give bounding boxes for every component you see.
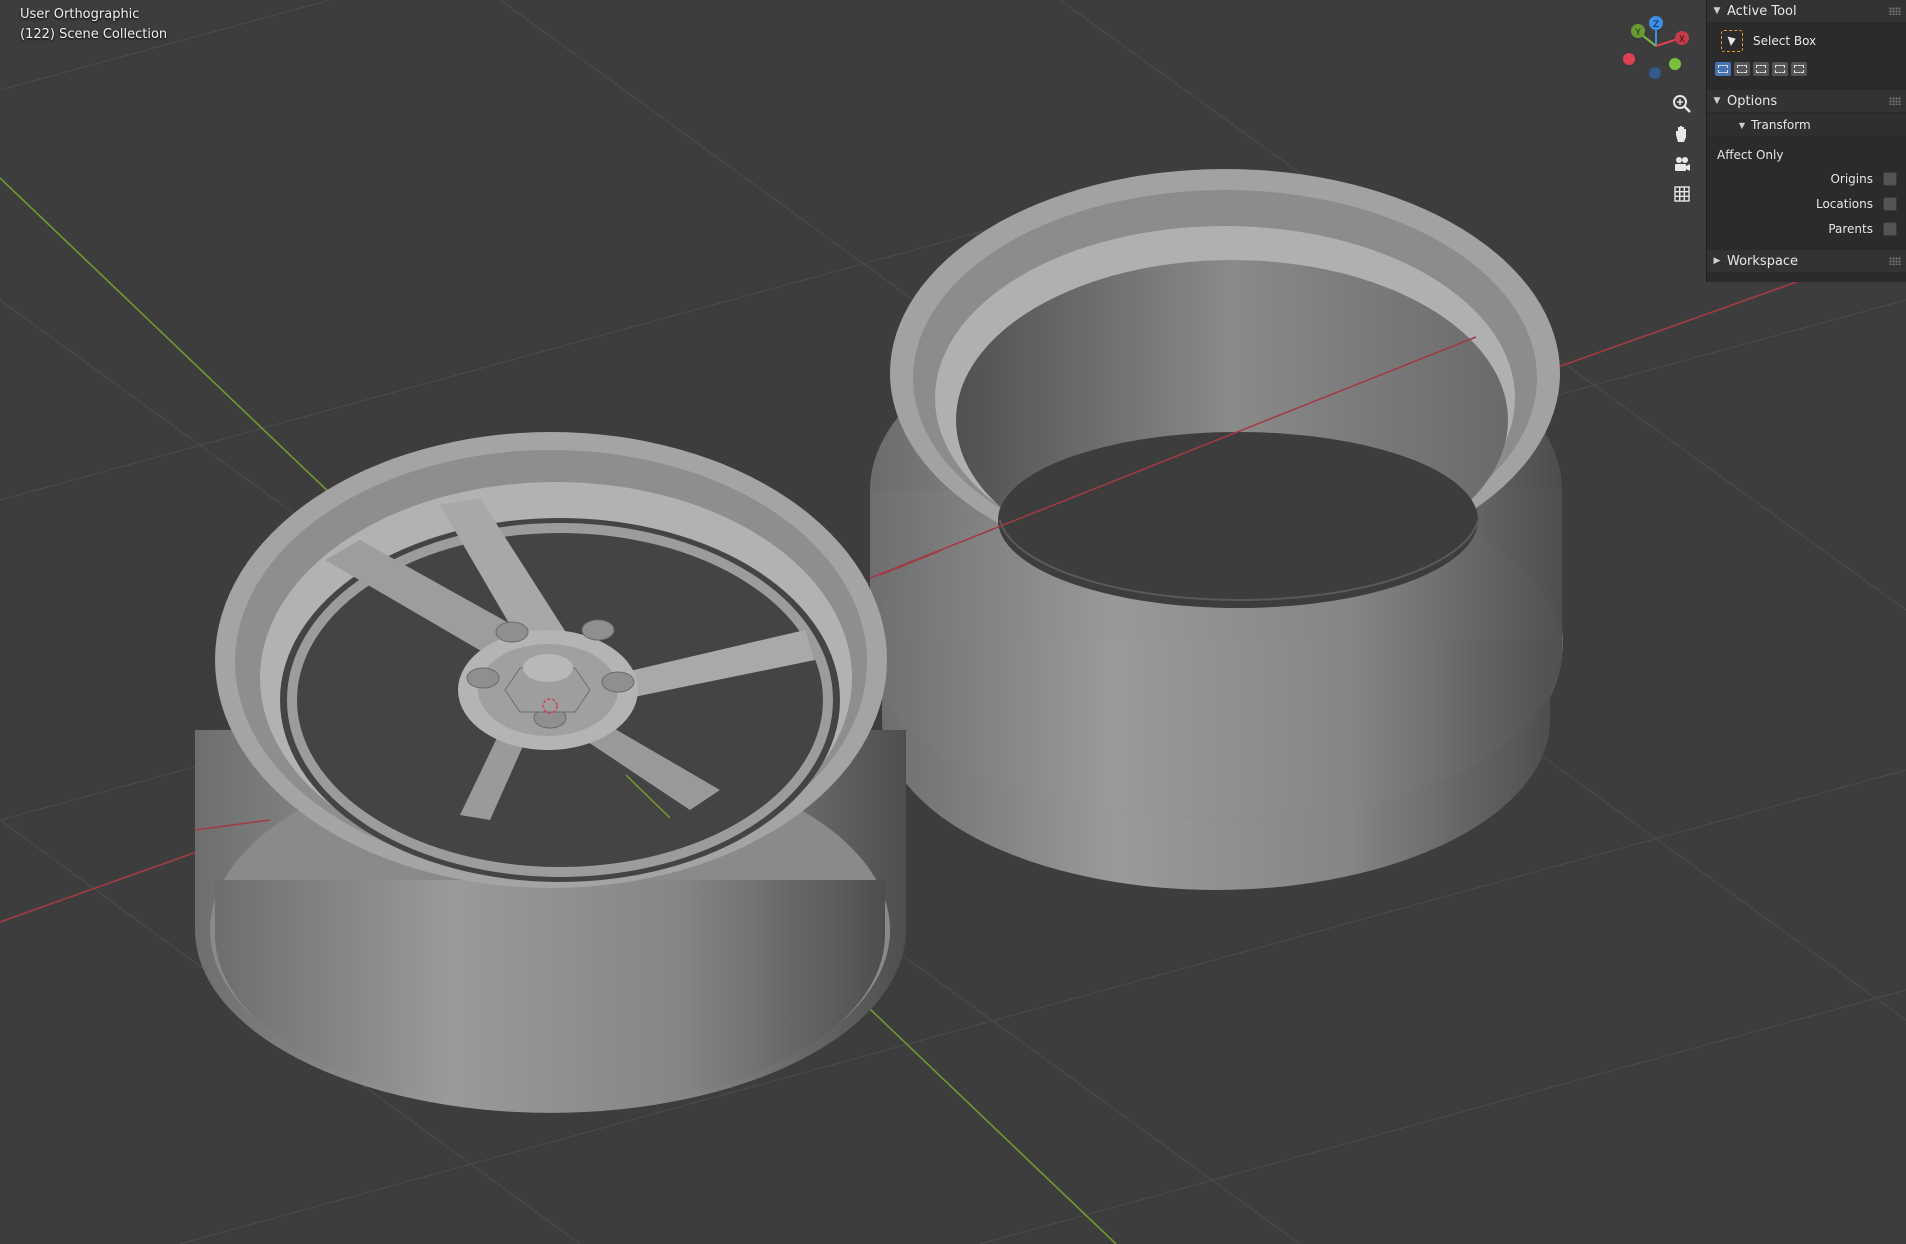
gizmo-y-label: Y [1634,28,1641,38]
parents-checkbox[interactable] [1883,222,1897,236]
navigation-gizmo[interactable]: Z Y X [1618,10,1690,82]
hand-pan-icon[interactable] [1668,120,1696,148]
camera-icon[interactable] [1668,150,1696,178]
origins-checkbox[interactable] [1883,172,1897,186]
gizmo-neg-x-icon[interactable] [1623,53,1635,65]
view-name-label: User Orthographic [20,7,140,22]
mode-invert-icon[interactable] [1772,62,1788,76]
mode-subtract-icon[interactable] [1753,62,1769,76]
expand-triangle-icon: ▼ [1713,96,1721,106]
transform-subheader[interactable]: ▼ Transform [1707,114,1906,136]
origins-label: Origins [1830,172,1873,186]
gizmo-neg-z-icon[interactable] [1649,67,1661,79]
expand-triangle-icon: ▼ [1713,6,1721,16]
workspace-title: Workspace [1727,253,1799,269]
active-tool-row[interactable]: Select Box [1721,30,1816,52]
affect-only-label: Affect Only [1717,148,1784,162]
scene-collection-label: (122) Scene Collection [20,27,168,42]
active-tool-title: Active Tool [1727,3,1797,19]
gizmo-x-label: X [1679,35,1685,45]
grid-icon[interactable] [1668,180,1696,208]
gizmo-z-label: Z [1653,20,1659,30]
mode-intersect-icon[interactable] [1791,62,1807,76]
expand-triangle-icon: ▼ [1738,120,1745,130]
options-header[interactable]: ▼ Options [1707,90,1906,112]
left-wheel-model [195,432,906,1113]
sidebar-panel: ▼ Active Tool Select Box ▼ Options ▼ Tra… [1706,0,1906,282]
parents-option[interactable]: Parents [1828,222,1897,236]
selection-mode-row [1715,62,1807,76]
viewport-canvas[interactable] [0,0,1906,1244]
active-tool-name: Select Box [1753,34,1817,48]
3d-viewport[interactable] [0,0,1906,1244]
parents-label: Parents [1828,222,1873,236]
mode-extend-icon[interactable] [1734,62,1750,76]
drag-grip-icon[interactable] [1889,257,1901,265]
origins-option[interactable]: Origins [1830,172,1897,186]
zoom-icon[interactable] [1668,90,1696,118]
mode-new-icon[interactable] [1715,62,1731,76]
right-rim-model [869,169,1563,890]
gizmo-neg-y-icon[interactable] [1669,58,1681,70]
active-tool-header[interactable]: ▼ Active Tool [1707,0,1906,22]
transform-title: Transform [1751,118,1811,132]
locations-label: Locations [1815,197,1873,211]
drag-grip-icon[interactable] [1889,7,1901,15]
collapsed-triangle-icon: ▶ [1713,256,1721,266]
locations-option[interactable]: Locations [1816,197,1897,211]
workspace-header[interactable]: ▶ Workspace [1707,250,1906,272]
options-title: Options [1727,93,1778,109]
locations-checkbox[interactable] [1883,197,1897,211]
drag-grip-icon[interactable] [1889,97,1901,105]
select-box-icon [1721,30,1743,52]
